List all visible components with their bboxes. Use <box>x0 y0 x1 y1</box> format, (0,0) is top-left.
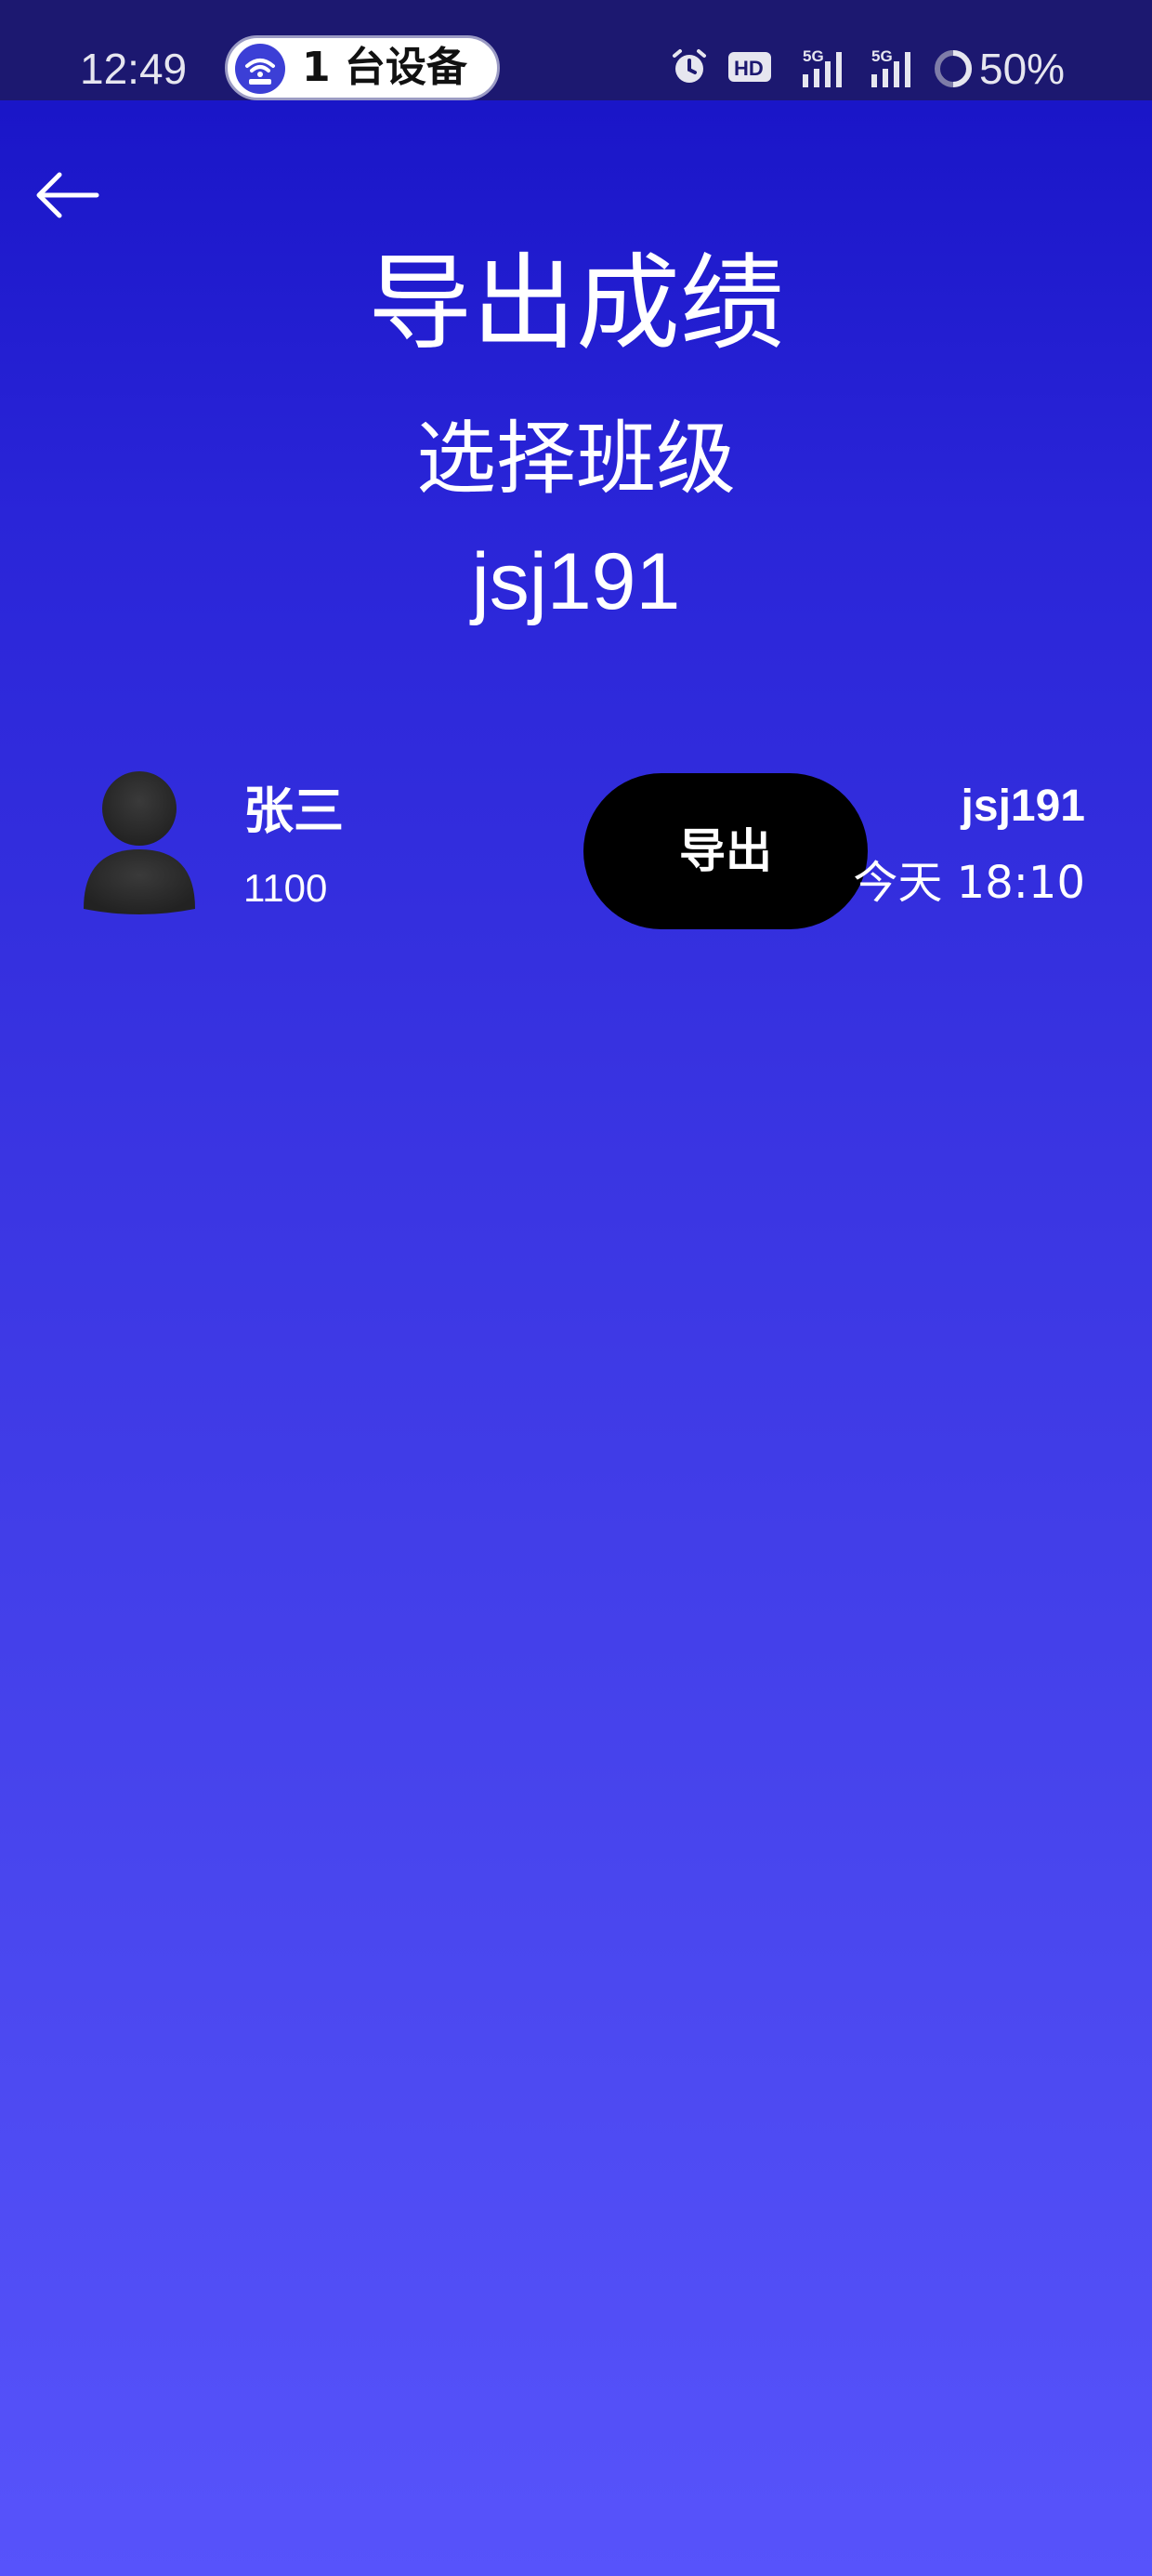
arrow-left-icon <box>36 172 99 218</box>
alarm-icon <box>669 46 710 91</box>
battery-icon <box>931 46 975 95</box>
page-title: 导出成绩 <box>368 243 784 364</box>
back-button[interactable] <box>33 171 100 219</box>
status-bar: 12:49 1 台设备 HD 5G 5G 50% <box>0 0 1152 100</box>
page-subtitle: 选择班级 <box>416 413 736 506</box>
connected-devices-pill[interactable]: 1 台设备 <box>225 35 500 100</box>
export-button[interactable]: 导出 <box>583 773 868 929</box>
hd-icon: HD <box>727 46 773 91</box>
item-timestamp: 今天 18:10 <box>853 857 1085 909</box>
selected-class-name: jsj191 <box>471 537 681 626</box>
avatar <box>80 769 199 916</box>
svg-text:5G: 5G <box>803 47 824 65</box>
item-class-name: jsj191 <box>961 782 1085 831</box>
svg-text:5G: 5G <box>871 47 893 65</box>
status-time: 12:49 <box>80 45 188 93</box>
battery-percentage: 50% <box>979 45 1066 93</box>
connected-devices-label: 1 台设备 <box>302 44 467 91</box>
user-avatar-icon <box>84 771 195 914</box>
student-id: 1100 <box>243 866 328 910</box>
signal-5g-icon: 5G <box>866 46 922 95</box>
signal-5g-icon: 5G <box>797 46 853 95</box>
wifi-hotspot-icon <box>235 44 285 94</box>
list-item: 张三 1100 导出 jsj191 今天 18:10 <box>0 762 1152 948</box>
student-name: 张三 <box>243 782 344 840</box>
svg-text:HD: HD <box>734 57 764 80</box>
